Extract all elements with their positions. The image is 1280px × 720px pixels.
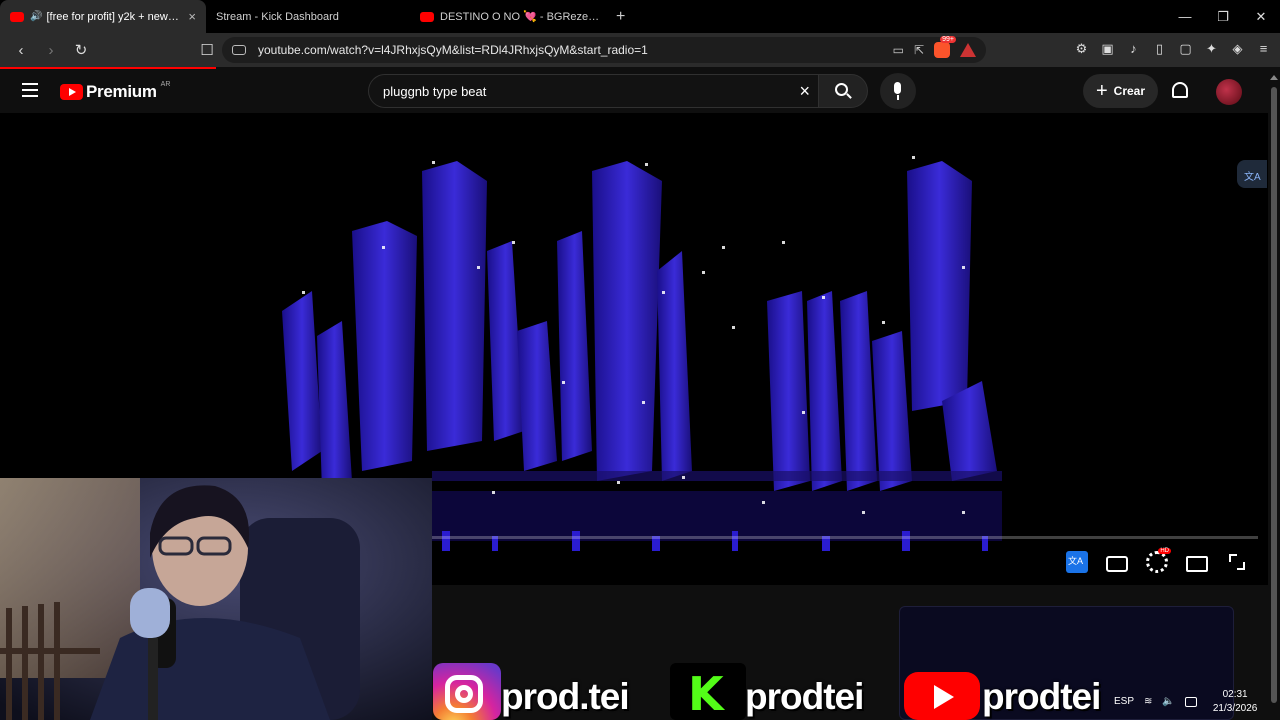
tab-title: Stream - Kick Dashboard [216,10,339,23]
tab-youtube-beat[interactable]: 🔊 [free for profit] y2k + new jaz × [0,0,206,33]
instagram-handle: prod.tei [501,676,630,717]
country-code: AR [160,80,171,88]
notifications-bell-icon[interactable] [1172,82,1188,98]
page-translate-icon[interactable] [1237,160,1267,188]
window-controls: — ❐ ✕ [1166,0,1280,33]
search-input[interactable]: pluggnb type beat × [368,74,822,108]
clock-date: 21/3/2026 [1212,702,1258,714]
forward-icon[interactable]: › [38,42,64,59]
clear-search-icon[interactable]: × [799,81,810,102]
screenshot-icon[interactable]: ▣ [1101,41,1114,57]
youtube-favicon-icon [420,11,434,22]
youtube-favicon-icon [10,11,24,22]
system-tray: ESP ≋ 🔈 02:31 21/3/2026 [1110,683,1280,720]
youtube-logo-icon [904,672,980,720]
avatar[interactable] [1216,79,1242,105]
battery-icon[interactable] [1184,696,1197,707]
clock[interactable]: 02:31 21/3/2026 [1213,688,1258,716]
create-label: Crear [1113,84,1146,98]
kick-logo-icon: K [670,663,746,720]
youtube-premium-logo[interactable]: Premium AR [60,80,171,102]
tab-close-icon[interactable]: × [188,9,196,24]
reload-icon[interactable]: ↻ [68,41,94,59]
voice-search-button[interactable] [880,73,916,109]
quality-badge: HD [1158,548,1171,554]
url-text[interactable]: youtube.com/watch?v=l4JRhxjsQyM&list=RDl… [258,43,648,57]
wallet-icon[interactable]: ▢ [1179,41,1192,57]
miniplayer-icon[interactable] [1186,555,1208,572]
logo-text: Premium [86,82,157,101]
bookmark-icon[interactable]: ☐ [194,41,220,59]
browser-tab-bar: 🔊 [free for profit] y2k + new jaz × Stre… [0,0,1280,675]
settings-gear-icon[interactable]: HD [1146,548,1171,573]
search-button[interactable] [818,74,868,108]
back-icon[interactable]: ‹ [8,42,34,59]
scrollbar-thumb[interactable] [1271,87,1277,703]
webcam-overlay [0,478,432,720]
sidebar-icon[interactable]: ▯ [1153,41,1166,57]
scrollbar[interactable] [1268,69,1280,703]
clock-time: 02:31 [1222,688,1248,700]
close-window-button[interactable]: ✕ [1242,0,1280,33]
tab-title: DESTINO O NO 💘 - BGRezeta x youn [440,11,600,23]
menu-icon[interactable]: ≡ [1257,41,1270,57]
volume-icon[interactable]: 🔈 [1162,696,1174,707]
guide-menu-icon[interactable] [22,83,38,97]
wifi-icon[interactable]: ≋ [1144,696,1152,707]
vpn-icon[interactable]: ◈ [1231,41,1244,57]
video-progress-bar[interactable] [432,536,1258,539]
input-language[interactable]: ESP [1114,696,1134,707]
kick-handle: prodtei [745,676,864,717]
instagram-logo-icon [433,663,501,720]
youtube-header: Premium AR pluggnb type beat × + Crear [0,69,1268,113]
site-info-icon[interactable] [232,45,246,55]
brave-badge: 99+ [940,36,956,43]
plus-icon: + [1095,79,1108,102]
scroll-up-icon[interactable] [1270,75,1278,80]
create-button[interactable]: + Crear [1083,74,1158,108]
translate-icon[interactable] [1066,551,1088,573]
brave-shields-icon[interactable]: 99+ [934,36,956,58]
speaker-icon[interactable]: 🔊 [30,11,42,22]
youtube-handle: prodtei [982,676,1101,717]
music-note-icon[interactable]: ♪ [1127,41,1140,57]
address-bar[interactable]: youtube.com/watch?v=l4JRhxjsQyM&list=RDl… [222,36,986,63]
share-icon[interactable]: ⇱ [914,43,924,57]
browser-toolbar: ‹ › ↻ ☐ youtube.com/watch?v=l4JRhxjsQyM&… [0,33,1280,67]
search-icon [835,83,848,96]
player-controls: HD [1066,548,1248,573]
youtube-play-logo-icon [60,84,83,100]
new-tab-button[interactable]: + [616,8,625,26]
webcam-image [0,478,432,720]
search-query[interactable]: pluggnb type beat [383,84,486,99]
tab-destino-o-no[interactable]: DESTINO O NO 💘 - BGRezeta x youn [410,0,610,33]
fullscreen-icon[interactable] [1226,551,1248,573]
cast-icon[interactable]: ▭ [893,43,904,57]
leo-ai-icon[interactable]: ✦ [1205,41,1218,57]
tab-title: [free for profit] y2k + new jaz [46,10,181,23]
tab-kick-dashboard[interactable]: Stream - Kick Dashboard [206,0,887,675]
maximize-button[interactable]: ❐ [1204,0,1242,33]
minimize-button[interactable]: — [1166,0,1204,33]
brave-rewards-icon[interactable] [960,43,976,57]
subtitles-icon[interactable] [1106,555,1128,572]
extensions-icon[interactable]: ⚙ [1075,41,1088,57]
extension-icons: ⚙ ▣ ♪ ▯ ▢ ✦ ◈ ≡ [1075,41,1270,57]
